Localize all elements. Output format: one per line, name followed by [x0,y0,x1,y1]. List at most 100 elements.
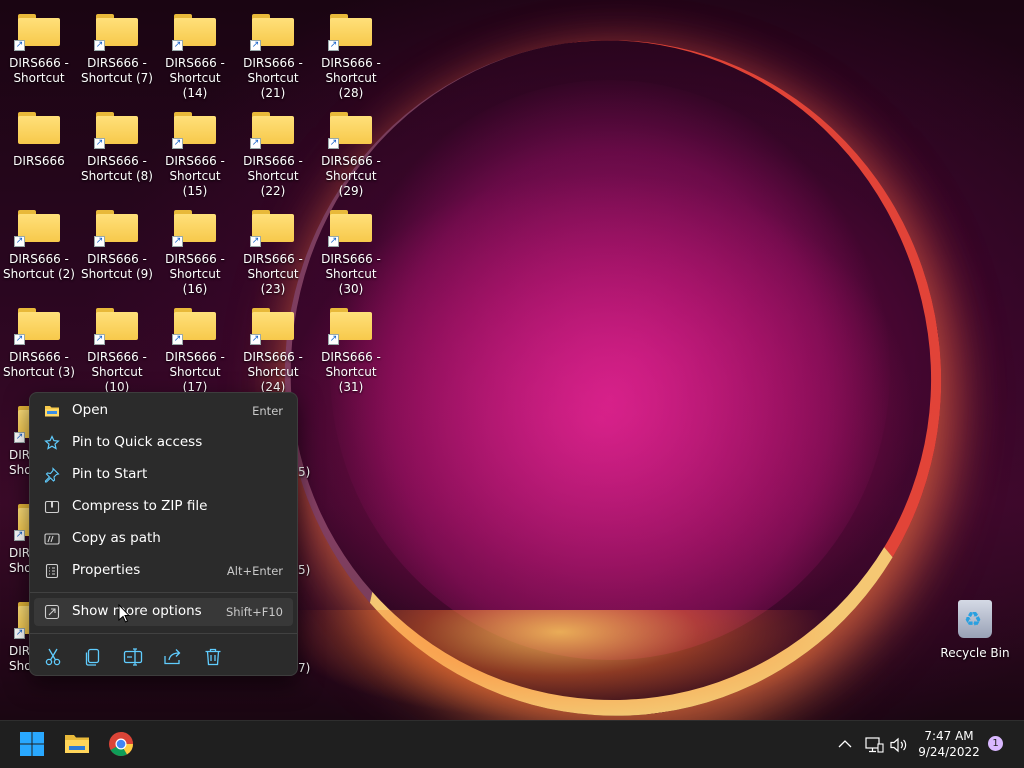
rename-icon [121,645,145,669]
hidden-icon-label-fragment: 5) [298,563,311,577]
menu-separator [30,592,297,593]
desktop-icon-shortcut[interactable]: ↗ DIRS666 - Shortcut (28) [313,10,389,100]
zip-icon [44,499,60,515]
delete-icon [201,645,225,669]
shortcut-arrow-icon: ↗ [94,40,105,51]
notification-badge[interactable]: 1 [988,736,1003,751]
desktop-icon-label: DIRS666 - Shortcut (23) [243,252,303,296]
desktop-icon-shortcut[interactable]: ↗ DIRS666 - Shortcut (10) [79,304,155,394]
desktop-icon-label: DIRS666 - Shortcut (21) [243,56,303,100]
pin-icon [44,467,60,483]
shortcut-arrow-icon: ↗ [14,236,25,247]
desktop-icon-label: DIRS666 - Shortcut (17) [165,350,225,394]
desktop-icon-label: DIRS666 - Shortcut (24) [243,350,303,394]
copy-icon [81,645,105,669]
more-options-icon [44,604,60,620]
path-icon [44,531,60,547]
chevron-up-icon [836,735,854,753]
desktop-icon-label: DIRS666 - Shortcut (29) [321,154,381,198]
desktop-icon-shortcut[interactable]: ↗ DIRS666 - Shortcut (29) [313,108,389,198]
rename-button[interactable] [121,645,145,669]
desktop-icon-label: DIRS666 - Shortcut [9,56,69,85]
desktop-icon-shortcut[interactable]: ↗ DIRS666 - Shortcut (3) [1,304,77,394]
copy-button[interactable] [81,645,105,669]
menu-item-label: Copy as path [72,530,161,546]
show-hidden-icons-button[interactable] [836,735,854,753]
desktop-icon-shortcut[interactable]: ↗ DIRS666 - Shortcut (2) [1,206,77,296]
desktop-icon-shortcut[interactable]: ↗ DIRS666 - Shortcut (15) [157,108,233,198]
menu-item-compress-zip[interactable]: Compress to ZIP file [34,493,293,521]
desktop-icon-label: DIRS666 - Shortcut (7) [81,56,153,85]
desktop-icon-shortcut[interactable]: ↗ DIRS666 - Shortcut (7) [79,10,155,100]
taskbar: 7:47 AM 9/24/2022 [0,720,1024,768]
desktop-icon-label: DIRS666 - Shortcut (16) [165,252,225,296]
desktop-icon-shortcut[interactable]: ↗ DIRS666 - Shortcut (8) [79,108,155,198]
desktop-icon-label: DIRS666 - Shortcut (15) [165,154,225,198]
cut-button[interactable] [41,645,65,669]
menu-item-copy-as-path[interactable]: Copy as path [34,525,293,553]
menu-item-label: Properties [72,562,141,578]
shortcut-arrow-icon: ↗ [172,138,183,149]
desktop-icon-label: DIRS666 - Shortcut (22) [243,154,303,198]
desktop-icon-shortcut[interactable]: ↗ DIRS666 - Shortcut [1,10,77,100]
shortcut-arrow-icon: ↗ [250,334,261,345]
file-explorer-button[interactable] [63,731,91,759]
clock-date[interactable]: 9/24/2022 [915,745,983,759]
menu-separator [30,633,297,634]
hidden-icon-label-fragment: 5) [298,465,311,479]
delete-button[interactable] [201,645,225,669]
recycle-bin[interactable]: Recycle Bin [940,596,1010,666]
windows-start-icon [19,731,47,757]
desktop-icon-shortcut[interactable]: ↗ DIRS666 - Shortcut (9) [79,206,155,296]
desktop-icon-label: DIRS666 - Shortcut (28) [321,56,381,100]
network-icon [864,735,884,755]
menu-item-pin-quick-access[interactable]: Pin to Quick access [34,429,293,457]
start-button[interactable] [19,731,47,759]
cut-icon [41,645,65,669]
chrome-button[interactable] [108,731,136,759]
desktop-icon-label: DIRS666 - Shortcut (2) [3,252,75,281]
shortcut-arrow-icon: ↗ [14,40,25,51]
menu-item-pin-to-start[interactable]: Pin to Start [34,461,293,489]
hidden-icon-label-fragment: 7) [298,661,311,675]
desktop-icon-folder[interactable]: DIRS666 [1,108,77,198]
shortcut-arrow-icon: ↗ [172,236,183,247]
desktop-icon-shortcut[interactable]: ↗ DIRS666 - Shortcut (23) [235,206,311,296]
desktop-icon-label: DIRS666 - Shortcut (30) [321,252,381,296]
desktop-icon-shortcut[interactable]: ↗ DIRS666 - Shortcut (22) [235,108,311,198]
desktop-icon-shortcut[interactable]: ↗ DIRS666 - Shortcut (31) [313,304,389,394]
clock-time[interactable]: 7:47 AM [915,729,983,743]
shortcut-arrow-icon: ↗ [14,334,25,345]
shortcut-arrow-icon: ↗ [250,236,261,247]
menu-item-shortcut: Alt+Enter [226,564,283,578]
menu-item-label: Pin to Quick access [72,434,203,450]
menu-item-open[interactable]: Open Enter [34,397,293,425]
chrome-icon [108,731,136,757]
desktop-icon-label: DIRS666 - Shortcut (3) [3,350,75,379]
properties-icon [44,563,60,579]
recycle-bin-icon [958,600,992,638]
desktop-icon-shortcut[interactable]: ↗ DIRS666 - Shortcut (21) [235,10,311,100]
desktop-icon-shortcut[interactable]: ↗ DIRS666 - Shortcut (14) [157,10,233,100]
desktop-icon-shortcut[interactable]: ↗ DIRS666 - Shortcut (24) [235,304,311,394]
network-button[interactable] [864,735,884,755]
volume-icon [889,735,909,755]
share-button[interactable] [161,645,185,669]
desktop-icon-label: DIRS666 - Shortcut (10) [87,350,147,394]
folder-icon [44,403,60,419]
desktop-icon-label: DIRS666 - Shortcut (9) [81,252,153,281]
desktop-icon-shortcut[interactable]: ↗ DIRS666 - Shortcut (17) [157,304,233,394]
mouse-cursor-icon [118,604,130,623]
menu-item-show-more-options[interactable]: Show more options Shift+F10 [34,598,293,626]
desktop-icon-shortcut[interactable]: ↗ DIRS666 - Shortcut (30) [313,206,389,296]
menu-item-properties[interactable]: Properties Alt+Enter [34,557,293,585]
desktop-icon-shortcut[interactable]: ↗ DIRS666 - Shortcut (16) [157,206,233,296]
desktop[interactable]: ↗ DIRS666 - Shortcut DIRS666 ↗ DIRS666 -… [0,0,1024,720]
star-icon [44,435,60,451]
recycle-bin-label: Recycle Bin [940,646,1010,660]
volume-button[interactable] [889,735,909,755]
context-menu: Open Enter Pin to Quick access Pin to St… [29,392,298,676]
menu-item-shortcut: Shift+F10 [225,605,283,619]
shortcut-arrow-icon: ↗ [328,40,339,51]
desktop-icon-label: DIRS666 - Shortcut (14) [165,56,225,100]
